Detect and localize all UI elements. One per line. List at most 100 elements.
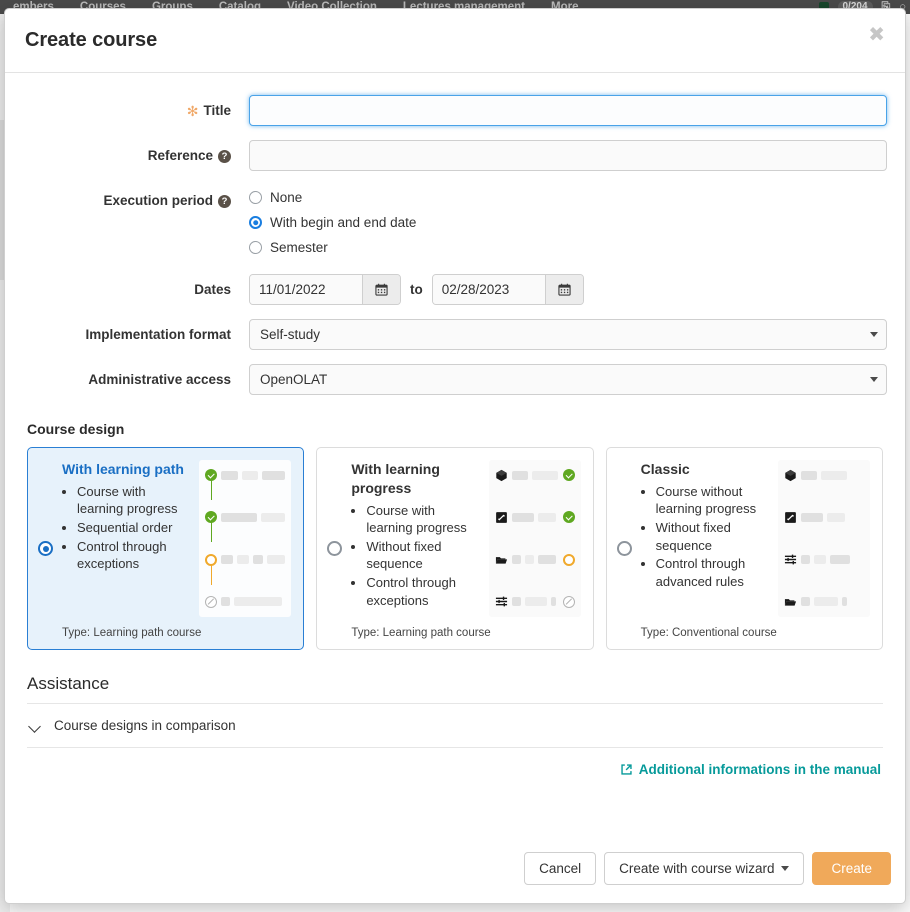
card-bullet: Course with learning progress (366, 502, 480, 537)
path-connector (210, 479, 213, 500)
title-label: ✻ Title (23, 95, 249, 120)
preview-bar (242, 470, 258, 480)
radio-icon-selected[interactable] (249, 216, 262, 229)
course-design-card-3[interactable]: Classic Course without learning progressW… (605, 447, 883, 650)
title-control (249, 95, 887, 126)
course-design-card-1[interactable]: With learning path Course with learning p… (27, 447, 305, 650)
radio-icon[interactable] (249, 241, 262, 254)
preview-bar (221, 555, 234, 565)
preview-bar (221, 597, 231, 607)
reference-input[interactable] (249, 140, 887, 171)
manual-link[interactable]: Additional informations in the manual (620, 762, 881, 777)
path-connector (210, 563, 213, 585)
preview-bar (800, 555, 810, 565)
preview-bar (826, 512, 845, 522)
form-row-dates: Dates 11/01/2022 to 02/28/2023 (23, 274, 887, 305)
radio-option-semester[interactable]: Semester (249, 235, 887, 260)
card-type-text: Type: Learning path course (62, 627, 202, 639)
assistance-section: Assistance Course designs in comparison … (27, 674, 883, 777)
create-with-course-wizard-button[interactable]: Create with course wizard (604, 852, 805, 885)
help-icon[interactable]: ? (218, 194, 231, 208)
modal-body: ✻ Title Reference ? Execution period ? N… (5, 73, 905, 777)
administrative-access-control: OpenOLAT (249, 364, 887, 395)
card-inner: With learning progress Course with learni… (329, 460, 581, 617)
status-done-icon (205, 469, 218, 481)
card-bullet-list: Course with learning progressWithout fix… (351, 502, 480, 609)
chevron-down-icon (29, 722, 42, 730)
page-title: Create course (25, 29, 158, 51)
end-date-calendar-button[interactable] (544, 275, 583, 304)
card-bullet: Control through advanced rules (656, 555, 770, 590)
reference-label: Reference ? (23, 140, 249, 164)
dates-separator: to (410, 282, 423, 297)
course-design-card-2[interactable]: With learning progress Course with learni… (316, 447, 594, 650)
card-title: Classic (640, 461, 690, 477)
manual-link-text: Additional informations in the manual (638, 762, 881, 777)
reference-control (249, 140, 887, 171)
wizard-button-label: Create with course wizard (619, 861, 775, 876)
close-icon[interactable]: ✖ (864, 22, 889, 46)
preview-bar (221, 512, 257, 522)
preview-row (784, 595, 864, 609)
implementation-format-label: Implementation format (23, 319, 249, 343)
begin-date-input[interactable] (250, 275, 362, 304)
reference-label-text: Reference (147, 148, 213, 163)
preview-bar (829, 555, 850, 565)
preview-row (495, 553, 575, 567)
radio-icon[interactable] (249, 191, 262, 204)
cube-icon (785, 469, 796, 481)
title-input[interactable] (249, 95, 887, 126)
preview-icon-wrap (784, 511, 797, 524)
path-connector (210, 521, 213, 543)
card-radio-icon-selected[interactable] (38, 541, 53, 556)
preview-icon-wrap (784, 553, 797, 566)
card-text: Classic Course without learning progressW… (641, 460, 770, 617)
preview-row (784, 553, 864, 567)
preview-bar (252, 555, 263, 565)
card-bullet: Control through exceptions (366, 574, 480, 609)
course-design-cards: With learning path Course with learning p… (27, 447, 883, 650)
preview-bar (524, 597, 547, 607)
begin-date-calendar-button[interactable] (362, 275, 400, 304)
card-bullet: Course without learning progress (656, 483, 770, 518)
card-type-text: Type: Learning path course (351, 627, 491, 639)
preview-row (784, 468, 864, 482)
card-preview-graphic (199, 460, 292, 617)
cancel-button[interactable]: Cancel (524, 852, 597, 885)
preview-row (205, 553, 286, 585)
calendar-icon (558, 283, 571, 296)
status-done-icon (205, 511, 218, 524)
implementation-format-control: Self-study (249, 319, 887, 350)
radio-option-with-begin-and-end-date[interactable]: With begin and end date (249, 210, 887, 235)
preview-row (205, 468, 286, 500)
course-designs-comparison-label: Course designs in comparison (54, 718, 236, 733)
card-bullet-list: Course with learning progressSequential … (62, 483, 191, 573)
create-button[interactable]: Create (812, 852, 891, 885)
required-asterisk-icon: ✻ (186, 103, 199, 119)
end-date-input[interactable] (432, 275, 545, 304)
card-bullet: Control through exceptions (77, 538, 191, 573)
implementation-format-select[interactable]: Self-study (249, 319, 887, 350)
preview-icon-wrap (495, 595, 508, 608)
sliders-icon (495, 597, 507, 607)
preview-row (784, 510, 864, 524)
folder-icon (784, 599, 797, 607)
preview-row (205, 595, 285, 609)
radio-option-none[interactable]: None (249, 185, 887, 210)
external-link-icon (621, 764, 632, 775)
status-done-icon (562, 511, 575, 524)
course-designs-comparison-toggle[interactable]: Course designs in comparison (27, 704, 883, 748)
card-radio-icon[interactable] (616, 541, 632, 556)
card-preview-graphic (488, 460, 581, 617)
card-inner: With learning path Course with learning p… (40, 460, 292, 617)
status-open-icon (205, 553, 218, 566)
status-blocked-icon (562, 595, 575, 608)
preview-bar (813, 555, 826, 565)
card-text: With learning progress Course with learni… (351, 460, 480, 617)
preview-bar (262, 470, 286, 480)
preview-bar (813, 597, 838, 607)
form-row-title: ✻ Title (23, 95, 887, 126)
preview-bar (511, 555, 521, 565)
help-icon[interactable]: ? (218, 149, 231, 163)
administrative-access-select[interactable]: OpenOLAT (249, 364, 887, 395)
